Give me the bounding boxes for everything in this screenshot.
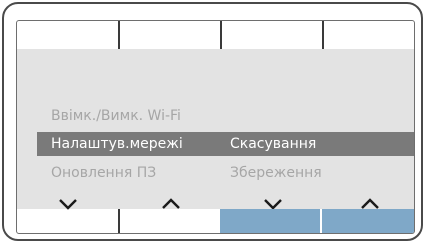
settings-menu: Ввімк./Вимк. Wi-Fi Налаштув.мережі Скасу… xyxy=(17,49,414,210)
display-screen: Ввімк./Вимк. Wi-Fi Налаштув.мережі Скасу… xyxy=(16,20,415,234)
menu-item-firmware-update[interactable]: Оновлення ПЗ Збереження xyxy=(37,161,414,185)
bottom-softkey-2[interactable] xyxy=(118,209,218,233)
device-bezel: Ввімк./Вимк. Wi-Fi Налаштув.мережі Скасу… xyxy=(2,2,423,241)
menu-item-label: Налаштув.мережі xyxy=(51,136,183,152)
top-softkey-4[interactable] xyxy=(322,21,414,49)
menu-item-save[interactable]: Збереження xyxy=(230,161,322,185)
bottom-softkey-3[interactable] xyxy=(220,209,320,233)
menu-item-label: Ввімк./Вимк. Wi-Fi xyxy=(51,108,181,124)
menu-item-wifi-toggle[interactable]: Ввімк./Вимк. Wi-Fi xyxy=(37,104,414,128)
top-softkey-1[interactable] xyxy=(17,21,117,49)
top-softkey-bar xyxy=(17,21,414,49)
top-softkey-2[interactable] xyxy=(118,21,218,49)
menu-item-network-settings[interactable]: Налаштув.мережі Скасування xyxy=(37,132,414,156)
bottom-softkey-4[interactable] xyxy=(322,209,414,233)
bottom-softkey-bar xyxy=(17,209,414,233)
menu-item-cancel[interactable]: Скасування xyxy=(230,132,316,156)
top-softkey-3[interactable] xyxy=(220,21,320,49)
menu-item-label: Оновлення ПЗ xyxy=(51,165,157,181)
bottom-softkey-1[interactable] xyxy=(17,209,117,233)
